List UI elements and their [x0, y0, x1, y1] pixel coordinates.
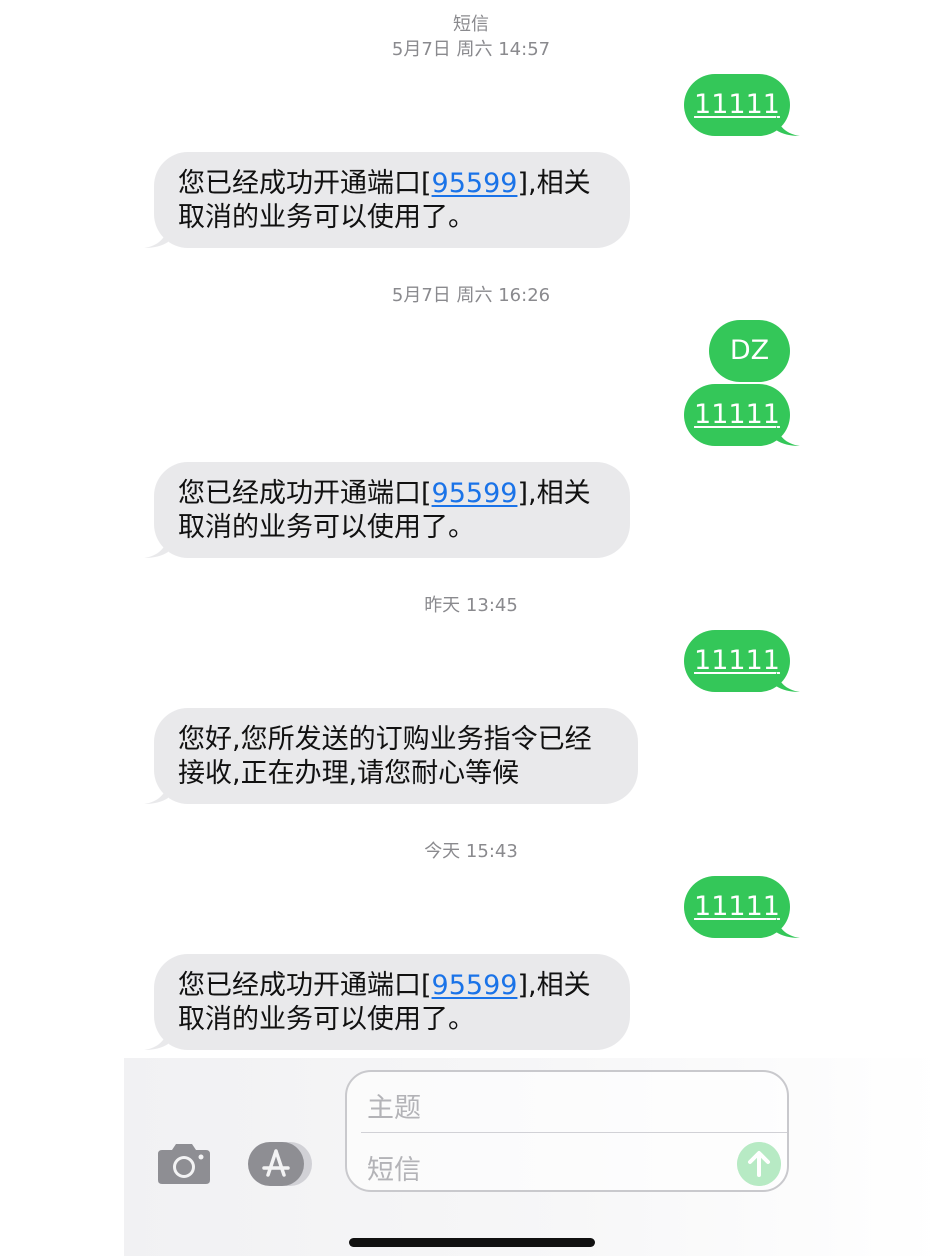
bubble-tail-icon [776, 670, 800, 692]
bubble-tail-icon [144, 1028, 168, 1050]
outgoing-message[interactable]: 11111 [684, 74, 800, 136]
incoming-message[interactable]: 您好,您所发送的订购业务指令已经 接收,正在办理,请您耐心等候 [144, 708, 638, 804]
message-number[interactable]: 11111 [694, 89, 780, 120]
bubble-tail-icon [144, 782, 168, 804]
service-label: 短信 [453, 14, 489, 35]
phone-link[interactable]: 95599 [432, 970, 518, 1001]
outgoing-message[interactable]: 11111 [684, 876, 800, 938]
message-thread[interactable]: 短信 5月7日 周六 14:57 11111 您已经成功开通端口[95599],… [0, 0, 942, 1062]
outgoing-message[interactable]: 11111 [684, 384, 800, 446]
outgoing-message[interactable]: DZ [709, 320, 790, 382]
message-line: 您已经成功开通端口[95599],相关 [178, 168, 591, 199]
home-indicator[interactable] [349, 1238, 595, 1247]
bubble-tail-icon [776, 114, 800, 136]
message-line: 接收,正在办理,请您耐心等候 [178, 758, 520, 789]
messages-app: 短信 5月7日 周六 14:57 11111 您已经成功开通端口[95599],… [0, 0, 942, 1256]
incoming-message[interactable]: 您已经成功开通端口[95599],相关 取消的业务可以使用了。 [144, 152, 630, 248]
bubble-tail-icon [776, 916, 800, 938]
bubble-tail-icon [776, 424, 800, 446]
message-line: 取消的业务可以使用了。 [178, 512, 475, 543]
composer-bar: 主题 短信 [124, 1058, 942, 1256]
timestamp: 5月7日 周六 16:26 [391, 285, 551, 306]
bubble-tail-icon [144, 226, 168, 248]
bubble-tail-icon [144, 536, 168, 558]
input-divider [361, 1132, 787, 1133]
message-line: 取消的业务可以使用了。 [178, 202, 475, 233]
arrow-up-icon[interactable] [737, 1142, 781, 1186]
message-line: 您已经成功开通端口[95599],相关 [178, 478, 591, 509]
message-input[interactable]: 短信 [367, 1148, 421, 1187]
timestamp: 5月7日 周六 14:57 [391, 39, 551, 60]
message-number[interactable]: 11111 [694, 891, 780, 922]
message-text: DZ [729, 335, 770, 366]
incoming-message[interactable]: 您已经成功开通端口[95599],相关 取消的业务可以使用了。 [144, 462, 630, 558]
message-number[interactable]: 11111 [694, 645, 780, 676]
phone-link[interactable]: 95599 [432, 168, 518, 199]
message-input-box[interactable]: 主题 短信 [345, 1070, 789, 1192]
camera-icon[interactable] [156, 1142, 212, 1186]
app-store-icon[interactable] [246, 1140, 316, 1188]
outgoing-message[interactable]: 11111 [684, 630, 800, 692]
incoming-message[interactable]: 您已经成功开通端口[95599],相关 取消的业务可以使用了。 [144, 954, 630, 1050]
message-line: 您已经成功开通端口[95599],相关 [178, 970, 591, 1001]
timestamp: 昨天 13:45 [424, 595, 518, 616]
message-line: 您好,您所发送的订购业务指令已经 [178, 724, 592, 755]
phone-link[interactable]: 95599 [432, 478, 518, 509]
subject-input[interactable]: 主题 [367, 1086, 421, 1125]
timestamp: 今天 15:43 [424, 841, 518, 862]
message-line: 取消的业务可以使用了。 [178, 1004, 475, 1035]
message-number[interactable]: 11111 [694, 399, 780, 430]
